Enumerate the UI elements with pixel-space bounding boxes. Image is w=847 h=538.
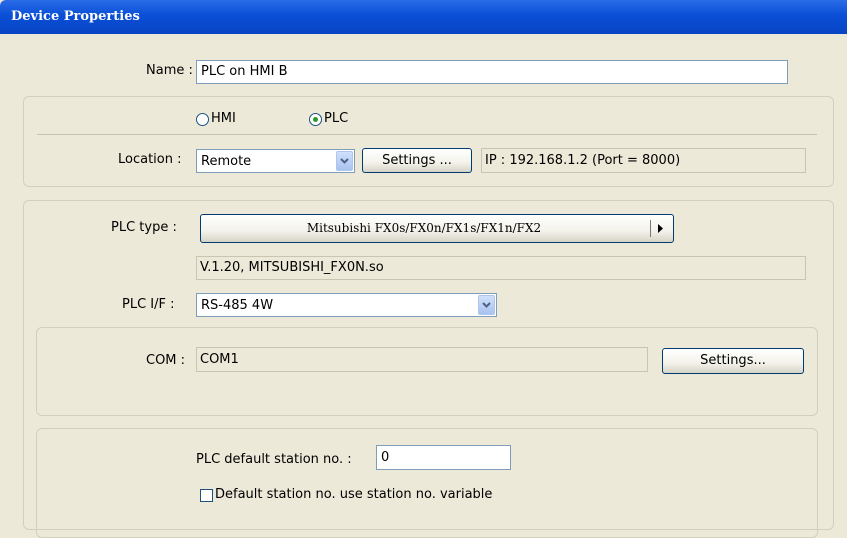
name-label: Name :: [146, 63, 193, 78]
station-label: PLC default station no. :: [196, 452, 352, 467]
hmi-radio-label[interactable]: HMI: [211, 111, 236, 126]
group-divider: [37, 134, 817, 135]
name-field[interactable]: PLC on HMI B: [196, 60, 788, 84]
location-select-value: Remote: [201, 154, 252, 169]
location-settings-button[interactable]: Settings ...: [362, 148, 472, 173]
chevron-down-icon[interactable]: [478, 295, 495, 315]
station-variable-checkbox[interactable]: [200, 489, 213, 502]
plc-type-label: PLC type :: [111, 220, 177, 235]
plc-type-button[interactable]: Mitsubishi FX0s/FX0n/FX1s/FX1n/FX2: [200, 214, 674, 243]
com-display: COM1: [196, 347, 648, 372]
station-variable-label[interactable]: Default station no. use station no. vari…: [215, 487, 492, 502]
window-title: Device Properties: [0, 0, 847, 34]
plc-radio-label[interactable]: PLC: [324, 111, 348, 126]
plc-if-label: PLC I/F :: [122, 297, 175, 312]
plc-type-value: Mitsubishi FX0s/FX0n/FX1s/FX1n/FX2: [306, 221, 542, 235]
station-number-field[interactable]: 0: [376, 445, 511, 470]
location-label: Location :: [118, 152, 182, 167]
submenu-divider: [650, 220, 651, 237]
chevron-down-icon[interactable]: [336, 151, 353, 171]
hmi-radio[interactable]: [196, 113, 209, 126]
com-settings-button[interactable]: Settings...: [662, 348, 804, 374]
plc-if-value: RS-485 4W: [201, 298, 274, 313]
driver-info: V.1.20, MITSUBISHI_FX0N.so: [196, 256, 806, 280]
triangle-right-icon: [656, 223, 664, 238]
plc-radio[interactable]: [309, 113, 322, 126]
ip-display: IP : 192.168.1.2 (Port = 8000): [481, 148, 806, 173]
plc-if-select[interactable]: RS-485 4W: [196, 293, 497, 317]
com-label: COM :: [146, 353, 186, 368]
location-group: [23, 96, 834, 187]
location-select[interactable]: Remote: [196, 149, 355, 173]
